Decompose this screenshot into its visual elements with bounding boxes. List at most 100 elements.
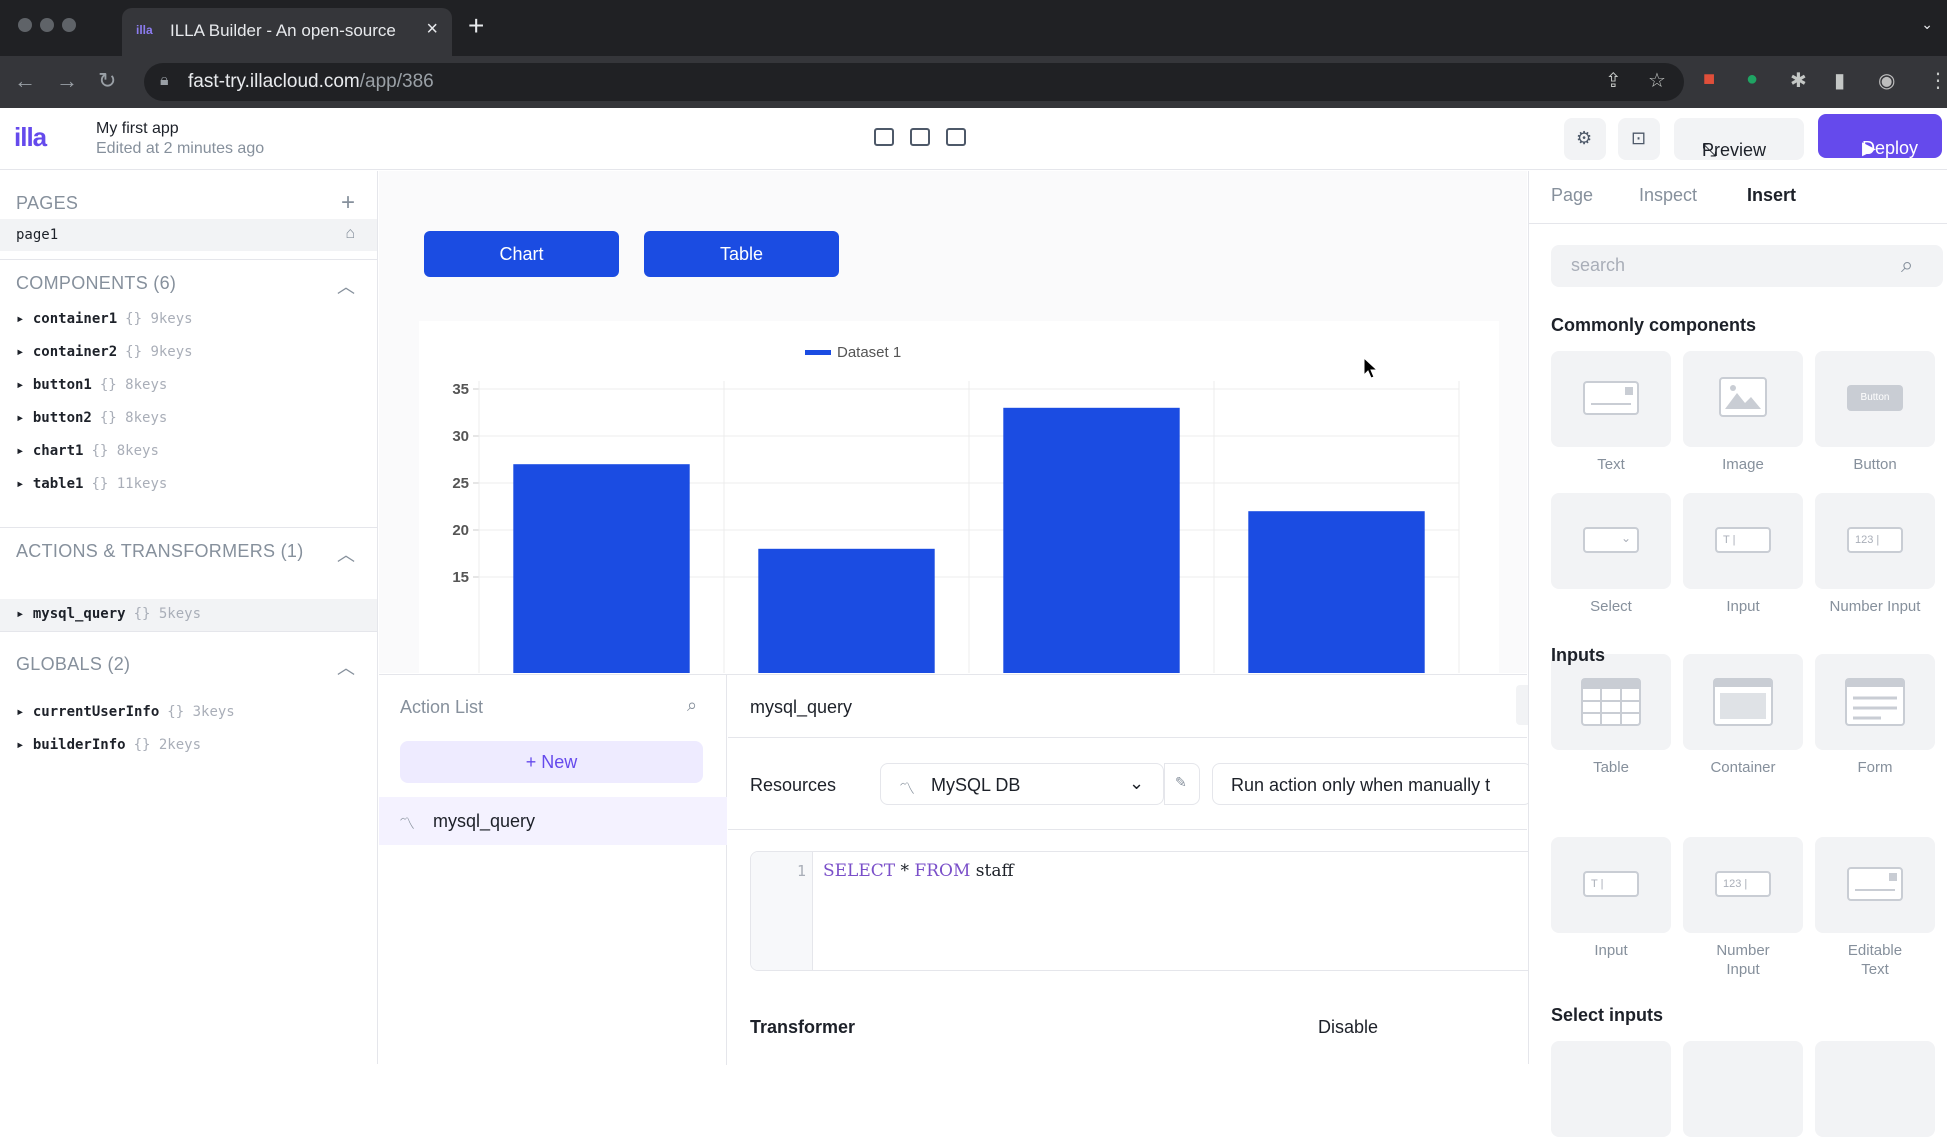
component-container[interactable]: Container: [1683, 654, 1803, 777]
expand-triangle-icon[interactable]: ▸: [16, 311, 33, 327]
share-icon[interactable]: ⇪: [1605, 68, 1622, 93]
component-button[interactable]: Button Button: [1815, 351, 1935, 474]
add-page-icon[interactable]: +: [341, 189, 355, 217]
tab-close-icon[interactable]: ×: [426, 18, 438, 41]
back-icon[interactable]: ←: [14, 68, 36, 94]
deploy-button[interactable]: ▶ Deploy: [1818, 114, 1942, 158]
component-text[interactable]: Text: [1551, 351, 1671, 474]
editor-canvas[interactable]: Chart Table 15 20 25 30 35 Dataset 1: [379, 171, 1527, 673]
toggle-left-panel-icon[interactable]: [874, 128, 894, 146]
tree-item[interactable]: ▸ container2 {} 9keys: [16, 344, 193, 360]
collapse-globals-icon[interactable]: ︿: [337, 654, 355, 680]
transformer-toggle[interactable]: Disable: [1318, 1017, 1378, 1038]
browser-tab[interactable]: illa ILLA Builder - An open-source ×: [122, 8, 452, 56]
tab-page[interactable]: Page: [1551, 185, 1593, 206]
bookmark-star-icon[interactable]: ☆: [1648, 68, 1666, 93]
window-close-dot[interactable]: [18, 18, 32, 32]
container-glyph-icon: [1713, 678, 1773, 726]
tree-item[interactable]: ▸ builderInfo {} 2keys: [16, 737, 201, 753]
debug-button[interactable]: ⚙: [1564, 118, 1606, 160]
search-input[interactable]: [1571, 255, 1871, 276]
expand-triangle-icon[interactable]: ▸: [16, 410, 33, 426]
expand-triangle-icon[interactable]: ▸: [16, 476, 33, 492]
input-component-input[interactable]: T | Input: [1551, 837, 1671, 960]
tab-favicon-icon: illa: [136, 23, 153, 37]
component-image[interactable]: Image: [1683, 351, 1803, 474]
action-editor-title[interactable]: mysql_query: [750, 697, 852, 718]
select-input-tile[interactable]: [1683, 1041, 1803, 1137]
resource-select[interactable]: 〽 MySQL DB ⌄: [880, 763, 1164, 805]
address-bar[interactable]: 🔒︎ fast-try.illacloud.com/app/386: [144, 63, 1684, 101]
image-glyph-icon: [1719, 377, 1767, 417]
components-heading: COMPONENTS (6): [16, 273, 177, 293]
section-divider: [0, 527, 377, 528]
sql-code-editor[interactable]: 1 SELECT * FROM staff: [750, 851, 1540, 971]
app-name[interactable]: My first app: [96, 120, 179, 138]
window-maximize-dot[interactable]: [62, 18, 76, 32]
reload-icon[interactable]: ↻: [98, 68, 116, 94]
page-name[interactable]: page1: [16, 227, 58, 243]
tree-item[interactable]: ▸ mysql_query {} 5keys: [16, 606, 201, 622]
table-button[interactable]: Table: [644, 231, 839, 277]
input-component-editable-text[interactable]: Editable Text: [1815, 837, 1935, 979]
window-minimize-dot[interactable]: [40, 18, 54, 32]
tab-search-chevron-icon[interactable]: ⌄: [1921, 16, 1933, 33]
expand-triangle-icon[interactable]: ▸: [16, 704, 33, 720]
tree-item[interactable]: ▸ container1 {} 9keys: [16, 311, 193, 327]
y-tick-label: 15: [452, 569, 469, 586]
y-tick-label: 30: [452, 428, 469, 445]
tab-inspect[interactable]: Inspect: [1639, 185, 1697, 206]
toggle-bottom-panel-icon[interactable]: [910, 128, 930, 146]
browser-menu-icon[interactable]: ⋮: [1928, 68, 1947, 93]
expand-triangle-icon[interactable]: ▸: [16, 606, 33, 622]
select-input-tile[interactable]: [1551, 1041, 1671, 1137]
tree-item[interactable]: ▸ table1 {} 11keys: [16, 476, 167, 492]
component-search[interactable]: ⌕: [1551, 245, 1943, 287]
extension-icon[interactable]: ■: [1703, 68, 1715, 91]
action-list-item[interactable]: 〽 mysql_query: [379, 797, 727, 845]
number-input-glyph-icon: 123 |: [1847, 527, 1903, 553]
expand-triangle-icon[interactable]: ▸: [16, 737, 33, 753]
collapse-components-icon[interactable]: ︿: [337, 273, 355, 299]
preview-button[interactable]: ⤡ Preview: [1674, 118, 1804, 160]
chart-widget[interactable]: 15 20 25 30 35 Dataset 1: [419, 321, 1499, 673]
collapse-actions-icon[interactable]: ︿: [337, 541, 355, 567]
forward-icon[interactable]: →: [56, 68, 78, 94]
app-header: illa My first app Edited at 2 minutes ag…: [0, 108, 1947, 170]
y-tick-label: 25: [452, 475, 469, 492]
grammarly-icon[interactable]: ●: [1746, 68, 1758, 91]
lock-button[interactable]: ⊡: [1618, 118, 1660, 160]
search-icon[interactable]: ⌕: [1901, 252, 1913, 278]
profile-avatar-icon[interactable]: ◉: [1878, 68, 1895, 93]
tree-item-name: chart1: [32, 443, 84, 459]
expand-triangle-icon[interactable]: ▸: [16, 443, 33, 459]
tree-item[interactable]: ▸ chart1 {} 8keys: [16, 443, 159, 459]
new-action-button[interactable]: + New: [400, 741, 703, 783]
input-component-number[interactable]: 123 | Number Input: [1683, 837, 1803, 979]
component-number-input[interactable]: 123 | Number Input: [1815, 493, 1935, 616]
tab-insert[interactable]: Insert: [1747, 185, 1796, 206]
component-form[interactable]: Form: [1815, 654, 1935, 777]
expand-triangle-icon[interactable]: ▸: [16, 344, 33, 360]
tree-item-name: container2: [32, 344, 118, 360]
component-input[interactable]: T | Input: [1683, 493, 1803, 616]
chart-button[interactable]: Chart: [424, 231, 619, 277]
tree-item-meta: {} 9keys: [125, 344, 193, 360]
expand-triangle-icon[interactable]: ▸: [16, 377, 33, 393]
component-select[interactable]: ⌄ Select: [1551, 493, 1671, 616]
edit-resource-button[interactable]: ✎: [1164, 763, 1200, 805]
tree-item[interactable]: ▸ button2 {} 8keys: [16, 410, 167, 426]
toggle-right-panel-icon[interactable]: [946, 128, 966, 146]
search-icon[interactable]: ⌕: [687, 695, 697, 716]
tree-item[interactable]: ▸ button1 {} 8keys: [16, 377, 167, 393]
run-mode-select[interactable]: Run action only when manually t: [1212, 763, 1532, 805]
side-panel-icon[interactable]: ▮: [1834, 68, 1845, 93]
new-tab-icon[interactable]: +: [468, 10, 484, 42]
illa-logo[interactable]: illa: [14, 122, 47, 153]
puzzle-icon[interactable]: ✱: [1790, 68, 1807, 93]
component-table[interactable]: Table: [1551, 654, 1671, 777]
select-input-tile[interactable]: [1815, 1041, 1935, 1137]
home-page-icon[interactable]: ⌂: [345, 225, 355, 243]
tree-item[interactable]: ▸ currentUserInfo {} 3keys: [16, 704, 235, 720]
tree-item-meta: {} 2keys: [133, 737, 202, 753]
